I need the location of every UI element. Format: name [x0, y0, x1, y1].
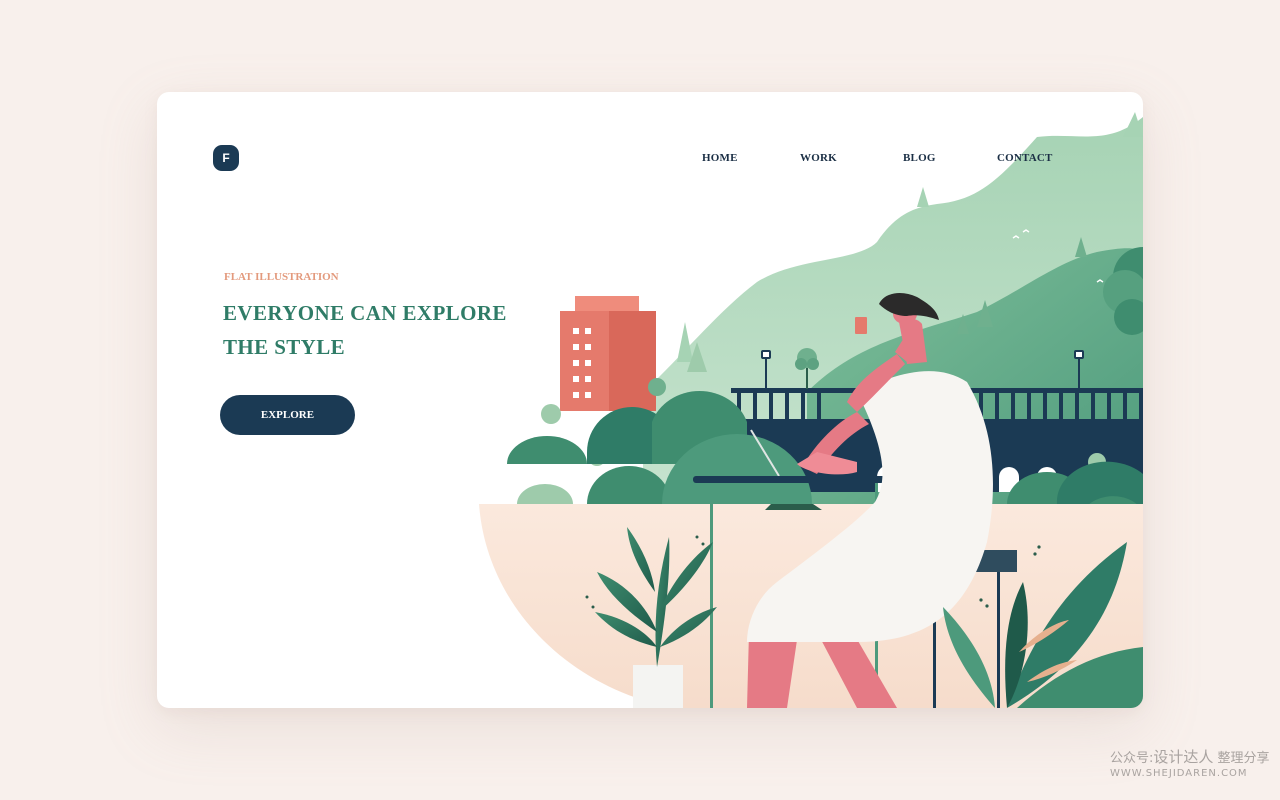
hero-headline-line1: EVERYONE CAN EXPLORE: [223, 301, 507, 325]
watermark-url: WWW.SHEJIDAREN.COM: [1110, 768, 1248, 779]
watermark-brand-line: 公众号:设计达人 整理分享: [1110, 749, 1270, 767]
hero-card: F HOME WORK BLOG CONTACT FLAT ILLUSTRATI…: [157, 92, 1143, 708]
hero-eyebrow: FLAT ILLUSTRATION: [224, 271, 339, 283]
nav-blog[interactable]: BLOG: [903, 152, 936, 164]
hero-headline-line2: THE STYLE: [223, 335, 346, 359]
hero-headline: EVERYONE CAN EXPLORE THE STYLE: [223, 296, 543, 364]
watermark-brand: 设计达人: [1153, 748, 1214, 766]
watermark-suffix: 整理分享: [1217, 751, 1270, 766]
red-building: [560, 296, 656, 411]
nav-home[interactable]: HOME: [702, 152, 738, 164]
watermark: 公众号:设计达人 整理分享 WWW.SHEJIDAREN.COM: [1110, 749, 1270, 781]
top-nav: HOME WORK BLOG CONTACT: [157, 152, 1143, 166]
nav-work[interactable]: WORK: [800, 152, 837, 164]
nav-contact[interactable]: CONTACT: [997, 152, 1053, 164]
explore-button[interactable]: EXPLORE: [220, 395, 355, 435]
watermark-prefix: 公众号:: [1110, 751, 1154, 766]
